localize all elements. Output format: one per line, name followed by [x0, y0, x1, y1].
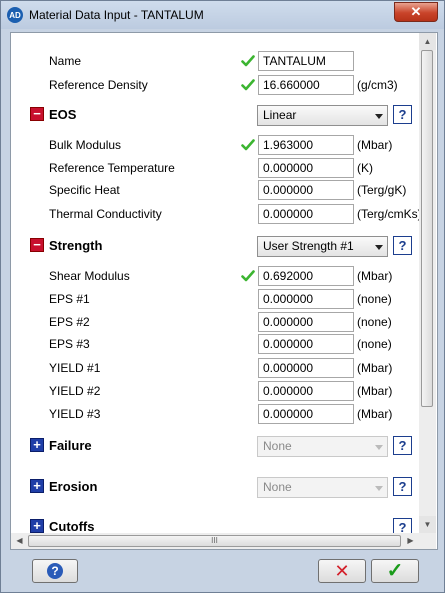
- app-logo-icon: AD: [7, 7, 23, 23]
- bulk-modulus-label: Bulk Modulus: [49, 138, 122, 152]
- eps1-field[interactable]: 0.000000: [258, 289, 354, 309]
- checkmark-icon: [241, 79, 255, 91]
- chevron-down-icon: [375, 445, 383, 450]
- yield2-unit: (Mbar): [357, 384, 393, 398]
- yield3-label: YIELD #3: [49, 407, 101, 421]
- eps2-unit: (none): [357, 315, 392, 329]
- eos-model-select[interactable]: Linear: [257, 105, 388, 126]
- bulk-modulus-unit: (Mbar): [357, 138, 393, 152]
- reference-temperature-unit: (K): [357, 161, 373, 175]
- thermal-conductivity-unit: (Terg/cmKs): [357, 207, 419, 221]
- yield1-unit: (Mbar): [357, 361, 393, 375]
- yield1-label: YIELD #1: [49, 361, 101, 375]
- erosion-expand-button[interactable]: +: [30, 479, 44, 493]
- failure-help-button[interactable]: ?: [393, 436, 412, 455]
- specific-heat-unit: (Terg/gK): [357, 183, 407, 197]
- scrollbar-corner: [419, 533, 436, 549]
- eps3-field[interactable]: 0.000000: [258, 334, 354, 354]
- eps3-label: EPS #3: [49, 337, 90, 351]
- scroll-right-icon[interactable]: ▶: [402, 533, 419, 549]
- dialog-footer: ? ✕ ✓: [1, 549, 444, 593]
- thermal-conductivity-field[interactable]: 0.000000: [258, 204, 354, 224]
- scroll-up-icon[interactable]: ▲: [419, 33, 436, 50]
- specific-heat-label: Specific Heat: [49, 183, 120, 197]
- eps2-field[interactable]: 0.000000: [258, 312, 354, 332]
- cutoffs-help-button[interactable]: ?: [393, 518, 412, 533]
- checkmark-icon: [241, 270, 255, 282]
- cutoffs-expand-button[interactable]: +: [30, 519, 44, 533]
- vertical-scrollbar[interactable]: ▲ ▼: [419, 33, 436, 533]
- reference-temperature-field[interactable]: 0.000000: [258, 158, 354, 178]
- strength-help-button[interactable]: ?: [393, 236, 412, 255]
- horizontal-scrollbar[interactable]: ◀ III ▶: [11, 533, 419, 549]
- material-data-input-window: AD Material Data Input - TANTALUM ✕ Name…: [0, 0, 445, 593]
- shear-modulus-field[interactable]: 0.692000: [258, 266, 354, 286]
- ok-button[interactable]: ✓: [371, 559, 419, 583]
- title-bar[interactable]: AD Material Data Input - TANTALUM ✕: [1, 1, 444, 29]
- vertical-scroll-thumb[interactable]: [421, 50, 433, 407]
- strength-section-title: Strength: [49, 238, 103, 253]
- density-field[interactable]: 16.660000: [258, 75, 354, 95]
- reference-temperature-label: Reference Temperature: [49, 161, 175, 175]
- failure-expand-button[interactable]: +: [30, 438, 44, 452]
- erosion-model-value: None: [263, 480, 292, 494]
- yield3-unit: (Mbar): [357, 407, 393, 421]
- eos-model-value: Linear: [263, 108, 297, 122]
- form-content: Name TANTALUM Reference Density 16.66000…: [11, 33, 419, 533]
- failure-model-select[interactable]: None: [257, 436, 388, 457]
- checkmark-icon: [241, 55, 255, 67]
- eps2-label: EPS #2: [49, 315, 90, 329]
- bulk-modulus-field[interactable]: 1.963000: [258, 135, 354, 155]
- yield2-field[interactable]: 0.000000: [258, 381, 354, 401]
- shear-modulus-unit: (Mbar): [357, 269, 393, 283]
- thermal-conductivity-label: Thermal Conductivity: [49, 207, 162, 221]
- yield2-label: YIELD #2: [49, 384, 101, 398]
- name-label: Name: [49, 54, 82, 68]
- strength-model-select[interactable]: User Strength #1: [257, 236, 388, 257]
- eps1-label: EPS #1: [49, 292, 90, 306]
- chevron-down-icon: [375, 114, 383, 119]
- close-button[interactable]: ✕: [394, 2, 438, 22]
- window-title: Material Data Input - TANTALUM: [29, 8, 204, 22]
- erosion-section-title: Erosion: [49, 479, 98, 494]
- erosion-help-button[interactable]: ?: [393, 477, 412, 496]
- yield3-field[interactable]: 0.000000: [258, 404, 354, 424]
- density-unit: (g/cm3): [357, 78, 398, 92]
- erosion-model-select[interactable]: None: [257, 477, 388, 498]
- cancel-button[interactable]: ✕: [318, 559, 366, 583]
- failure-model-value: None: [263, 439, 292, 453]
- checkmark-icon: [241, 139, 255, 151]
- eos-section-title: EOS: [49, 107, 77, 122]
- scroll-left-icon[interactable]: ◀: [11, 533, 28, 549]
- eps1-unit: (none): [357, 292, 392, 306]
- cutoffs-section-title: Cutoffs: [49, 519, 95, 533]
- scroll-down-icon[interactable]: ▼: [419, 516, 436, 533]
- specific-heat-field[interactable]: 0.000000: [258, 180, 354, 200]
- strength-model-value: User Strength #1: [263, 239, 354, 253]
- horizontal-scroll-thumb[interactable]: III: [28, 535, 401, 547]
- yield1-field[interactable]: 0.000000: [258, 358, 354, 378]
- density-label: Reference Density: [49, 78, 148, 92]
- eps3-unit: (none): [357, 337, 392, 351]
- help-icon: ?: [47, 563, 63, 579]
- name-field[interactable]: TANTALUM: [258, 51, 354, 71]
- shear-modulus-label: Shear Modulus: [49, 269, 130, 283]
- strength-collapse-button[interactable]: −: [30, 238, 44, 252]
- chevron-down-icon: [375, 486, 383, 491]
- failure-section-title: Failure: [49, 438, 92, 453]
- form-panel: Name TANTALUM Reference Density 16.66000…: [10, 32, 438, 550]
- eos-collapse-button[interactable]: −: [30, 107, 44, 121]
- eos-help-button[interactable]: ?: [393, 105, 412, 124]
- help-button[interactable]: ?: [32, 559, 78, 583]
- chevron-down-icon: [375, 245, 383, 250]
